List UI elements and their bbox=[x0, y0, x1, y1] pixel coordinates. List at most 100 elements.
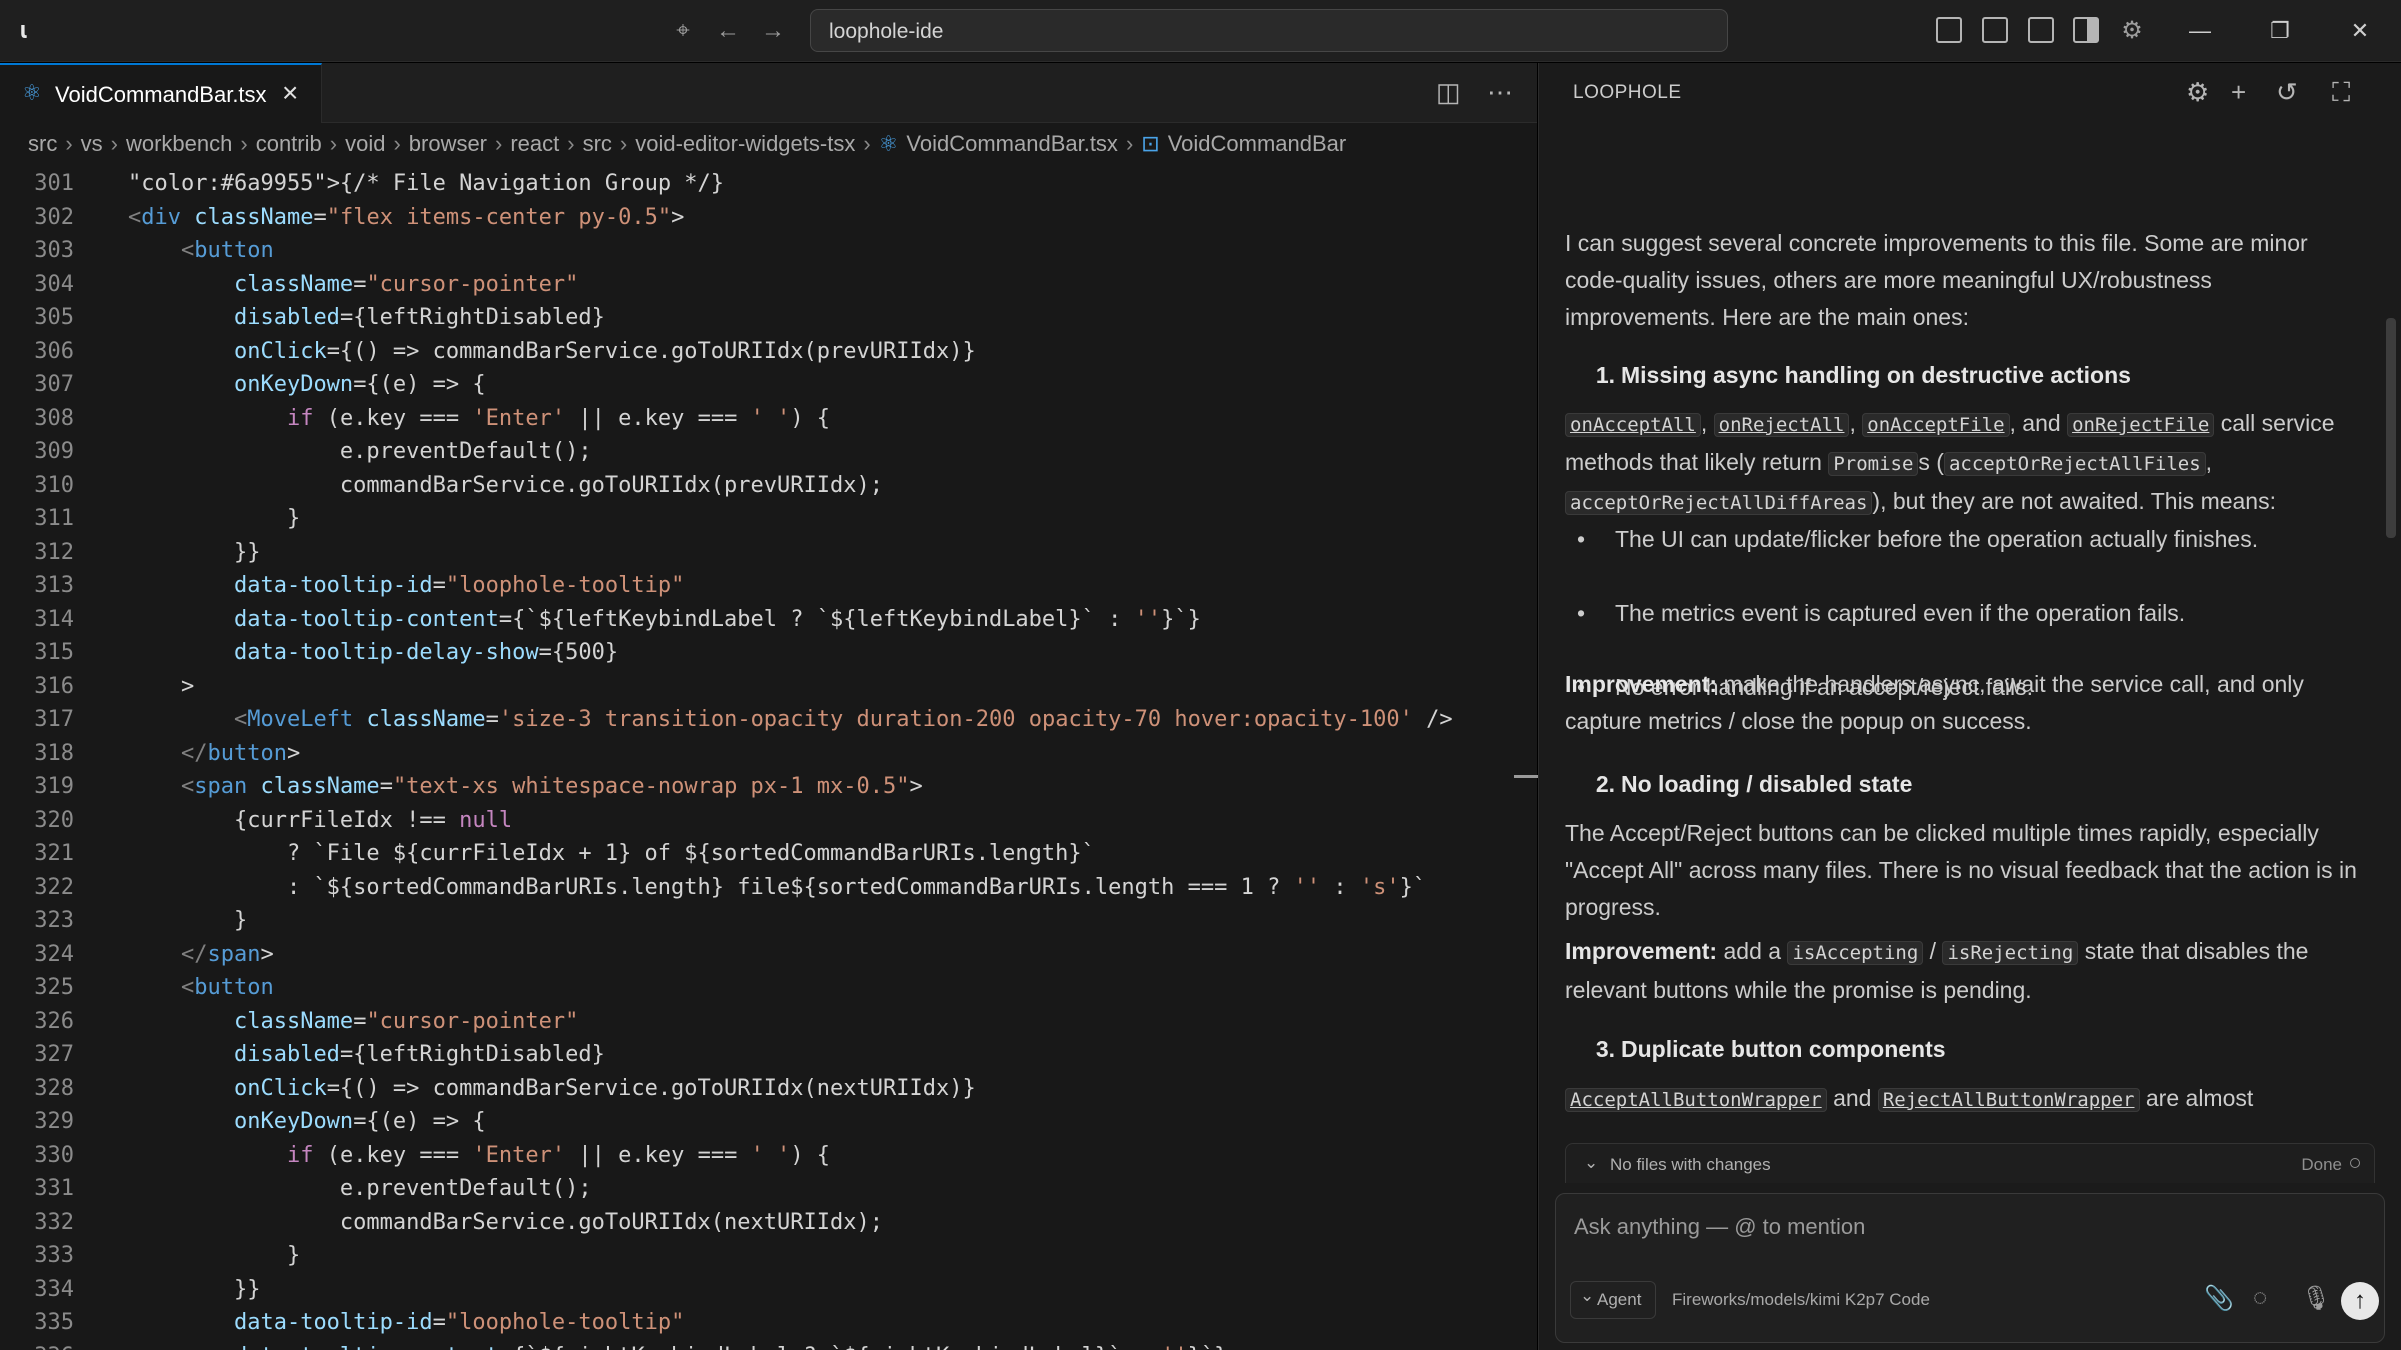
chat-scrollbar[interactable] bbox=[2386, 318, 2396, 538]
code-line[interactable]: 313 data-tooltip-id="loophole-tooltip" bbox=[0, 569, 1537, 603]
code-line[interactable]: 322 : `${sortedCommandBarURIs.length} fi… bbox=[0, 871, 1537, 905]
toggle-primary-sidebar-icon[interactable] bbox=[1982, 17, 2008, 43]
code-line[interactable]: 323 } bbox=[0, 904, 1537, 938]
code-line[interactable]: 330 if (e.key === 'Enter' || e.key === '… bbox=[0, 1139, 1537, 1173]
code-text: } bbox=[128, 908, 248, 933]
line-number: 326 bbox=[34, 1008, 74, 1034]
code-text: > bbox=[128, 673, 195, 699]
breadcrumb-item[interactable]: void bbox=[345, 131, 385, 157]
code-line[interactable]: 325 <button bbox=[0, 971, 1537, 1005]
settings-gear-icon[interactable]: ⚙ bbox=[2115, 14, 2149, 48]
line-number: 314 bbox=[34, 606, 74, 632]
tab-close-icon[interactable]: × bbox=[282, 77, 298, 109]
tab-voidcommandbar[interactable]: ⚛ VoidCommandBar.tsx × bbox=[0, 63, 322, 123]
code-line[interactable]: 333 } bbox=[0, 1239, 1537, 1273]
code-line[interactable]: 311 } bbox=[0, 502, 1537, 536]
breadcrumb-item[interactable]: react bbox=[510, 131, 559, 157]
chat-input[interactable]: Ask anything — @ to mention bbox=[1574, 1214, 1865, 1240]
chat-settings-gear-icon[interactable]: ⚙ bbox=[2186, 77, 2209, 108]
code-line[interactable]: 302 <div className="flex items-center py-… bbox=[0, 201, 1537, 235]
breadcrumb-item[interactable]: src bbox=[583, 131, 612, 157]
code-line[interactable]: 335 data-tooltip-id="loophole-tooltip" bbox=[0, 1306, 1537, 1340]
breadcrumb-item[interactable]: void-editor-widgets-tsx bbox=[635, 131, 855, 157]
code-line[interactable]: 328 onClick={() => commandBarService.goT… bbox=[0, 1072, 1537, 1106]
split-editor-icon[interactable]: ◫ bbox=[1436, 77, 1461, 108]
code-text: <button bbox=[180, 238, 274, 263]
code-line[interactable]: 331 e.preventDefault(); bbox=[0, 1172, 1537, 1206]
code-text: data-tooltip-content={`${rightKeybindLab… bbox=[128, 1340, 1227, 1350]
minimize-icon[interactable]: — bbox=[2180, 12, 2220, 50]
code-line[interactable]: 320 {currFileIdx !== null bbox=[0, 804, 1537, 838]
chat-title: LOOPHOLE bbox=[1573, 82, 1682, 103]
code-line[interactable]: 312 }} bbox=[0, 536, 1537, 570]
section-heading: 2. No loading / disabled state bbox=[1595, 771, 1913, 797]
code-line[interactable]: 308 if (e.key === 'Enter' || e.key === '… bbox=[0, 402, 1537, 436]
line-number: 333 bbox=[34, 1243, 74, 1268]
new-chat-plus-icon[interactable]: + bbox=[2231, 77, 2246, 108]
breadcrumb-separator-icon: › bbox=[110, 131, 118, 156]
code-text: onClick={() => commandBarService.goToURI… bbox=[233, 338, 976, 364]
line-number: 311 bbox=[34, 506, 74, 531]
model-selector[interactable]: Fireworks/models/kimi K2p7 Code bbox=[1672, 1290, 1930, 1310]
breadcrumb-item[interactable]: contrib bbox=[256, 131, 322, 157]
close-window-icon[interactable]: ✕ bbox=[2340, 12, 2380, 50]
breadcrumb-symbol[interactable]: VoidCommandBar bbox=[1168, 131, 1347, 157]
code-text: <button bbox=[180, 975, 274, 1000]
bullet-item: The UI can update/flicker before the ope… bbox=[1565, 521, 2365, 558]
code-line[interactable]: 324 </span> bbox=[0, 938, 1537, 972]
code-line[interactable]: 309 e.preventDefault(); bbox=[0, 435, 1537, 469]
breadcrumb-item[interactable]: workbench bbox=[126, 131, 232, 157]
customize-layout-icon[interactable] bbox=[1936, 17, 1962, 43]
code-line[interactable]: 301 "color:#6a9955">{/* File Navigation G… bbox=[0, 167, 1537, 201]
run-icon[interactable]: ⌖ bbox=[666, 14, 700, 48]
code-line[interactable]: 306 onClick={() => commandBarService.goT… bbox=[0, 335, 1537, 369]
microphone-icon[interactable]: 🎙 bbox=[2301, 1284, 2331, 1313]
breadcrumb-item[interactable]: browser bbox=[409, 131, 487, 157]
maximize-panel-icon[interactable]: ⛶ bbox=[2332, 77, 2350, 109]
code-line[interactable]: 321 ? `File ${currFileIdx + 1} of ${sort… bbox=[0, 837, 1537, 871]
done-button[interactable]: Done bbox=[2301, 1155, 2342, 1175]
react-file-icon: ⚛ bbox=[878, 131, 899, 156]
forward-arrow-icon[interactable]: → bbox=[756, 14, 790, 48]
code-line[interactable]: 332 commandBarService.goToURIIdx(nextURI… bbox=[0, 1206, 1537, 1240]
code-line[interactable]: 315 data-tooltip-delay-show={500} bbox=[0, 636, 1537, 670]
send-arrow-icon[interactable]: ↑ bbox=[2341, 1282, 2379, 1320]
changes-bar[interactable]: ⌄ No files with changes Done bbox=[1565, 1143, 2375, 1183]
code-line[interactable]: 303 <button bbox=[0, 234, 1537, 268]
code-editor[interactable]: 301 "color:#6a9955">{/* File Navigation G… bbox=[0, 167, 1537, 1350]
line-number: 307 bbox=[34, 372, 74, 397]
code-line[interactable]: 334 }} bbox=[0, 1273, 1537, 1307]
code-line[interactable]: 304 className="cursor-pointer" bbox=[0, 268, 1537, 302]
toggle-panel-icon[interactable] bbox=[2028, 17, 2054, 43]
code-line[interactable]: 329 onKeyDown={(e) => { bbox=[0, 1105, 1537, 1139]
code-line[interactable]: 336 data-tooltip-content={`${rightKeybin… bbox=[0, 1340, 1537, 1350]
breadcrumb-separator-icon: › bbox=[619, 131, 628, 156]
code-line[interactable]: 317 <MoveLeft className='size-3 transiti… bbox=[0, 703, 1537, 737]
code-line[interactable]: 314 data-tooltip-content={`${leftKeybind… bbox=[0, 603, 1537, 637]
restore-icon[interactable]: ❐ bbox=[2260, 12, 2300, 50]
code-line[interactable]: 305 disabled={leftRightDisabled} bbox=[0, 301, 1537, 335]
toggle-secondary-sidebar-icon[interactable] bbox=[2073, 17, 2099, 43]
code-line[interactable]: 326 className="cursor-pointer" bbox=[0, 1005, 1537, 1039]
back-arrow-icon[interactable]: ← bbox=[711, 14, 745, 48]
code-line[interactable]: 318 </button> bbox=[0, 737, 1537, 771]
intro-paragraph: I can suggest several concrete improveme… bbox=[1565, 230, 2308, 330]
more-actions-icon[interactable]: ⋯ bbox=[1487, 77, 1513, 108]
code-line[interactable]: 319 <span className="text-xs whitespace-… bbox=[0, 770, 1537, 804]
code-line[interactable]: 307 onKeyDown={(e) => { bbox=[0, 368, 1537, 402]
code-text: className="cursor-pointer" bbox=[233, 1008, 579, 1034]
breadcrumb-item[interactable]: src bbox=[28, 131, 57, 157]
breadcrumb-separator-icon: › bbox=[329, 131, 338, 156]
history-icon[interactable]: ↺ bbox=[2276, 77, 2298, 108]
code-text: e.preventDefault(); bbox=[128, 439, 592, 464]
section-1-paragraph: onAcceptAll, onRejectAll, onAcceptFile, … bbox=[1565, 410, 2335, 515]
breadcrumb-file[interactable]: VoidCommandBar.tsx bbox=[906, 131, 1118, 157]
attach-paperclip-icon[interactable]: 📎 bbox=[2204, 1284, 2234, 1313]
code-line[interactable]: 310 commandBarService.goToURIIdx(prevURI… bbox=[0, 469, 1537, 503]
breadcrumb-item[interactable]: vs bbox=[81, 131, 103, 157]
code-line[interactable]: 327 disabled={leftRightDisabled} bbox=[0, 1038, 1537, 1072]
code-line[interactable]: 316 > bbox=[0, 670, 1537, 704]
line-number: 302 bbox=[34, 204, 74, 230]
agent-mode-dropdown[interactable]: Agent bbox=[1570, 1278, 1656, 1319]
command-center-search[interactable]: loophole-ide bbox=[810, 9, 1728, 52]
